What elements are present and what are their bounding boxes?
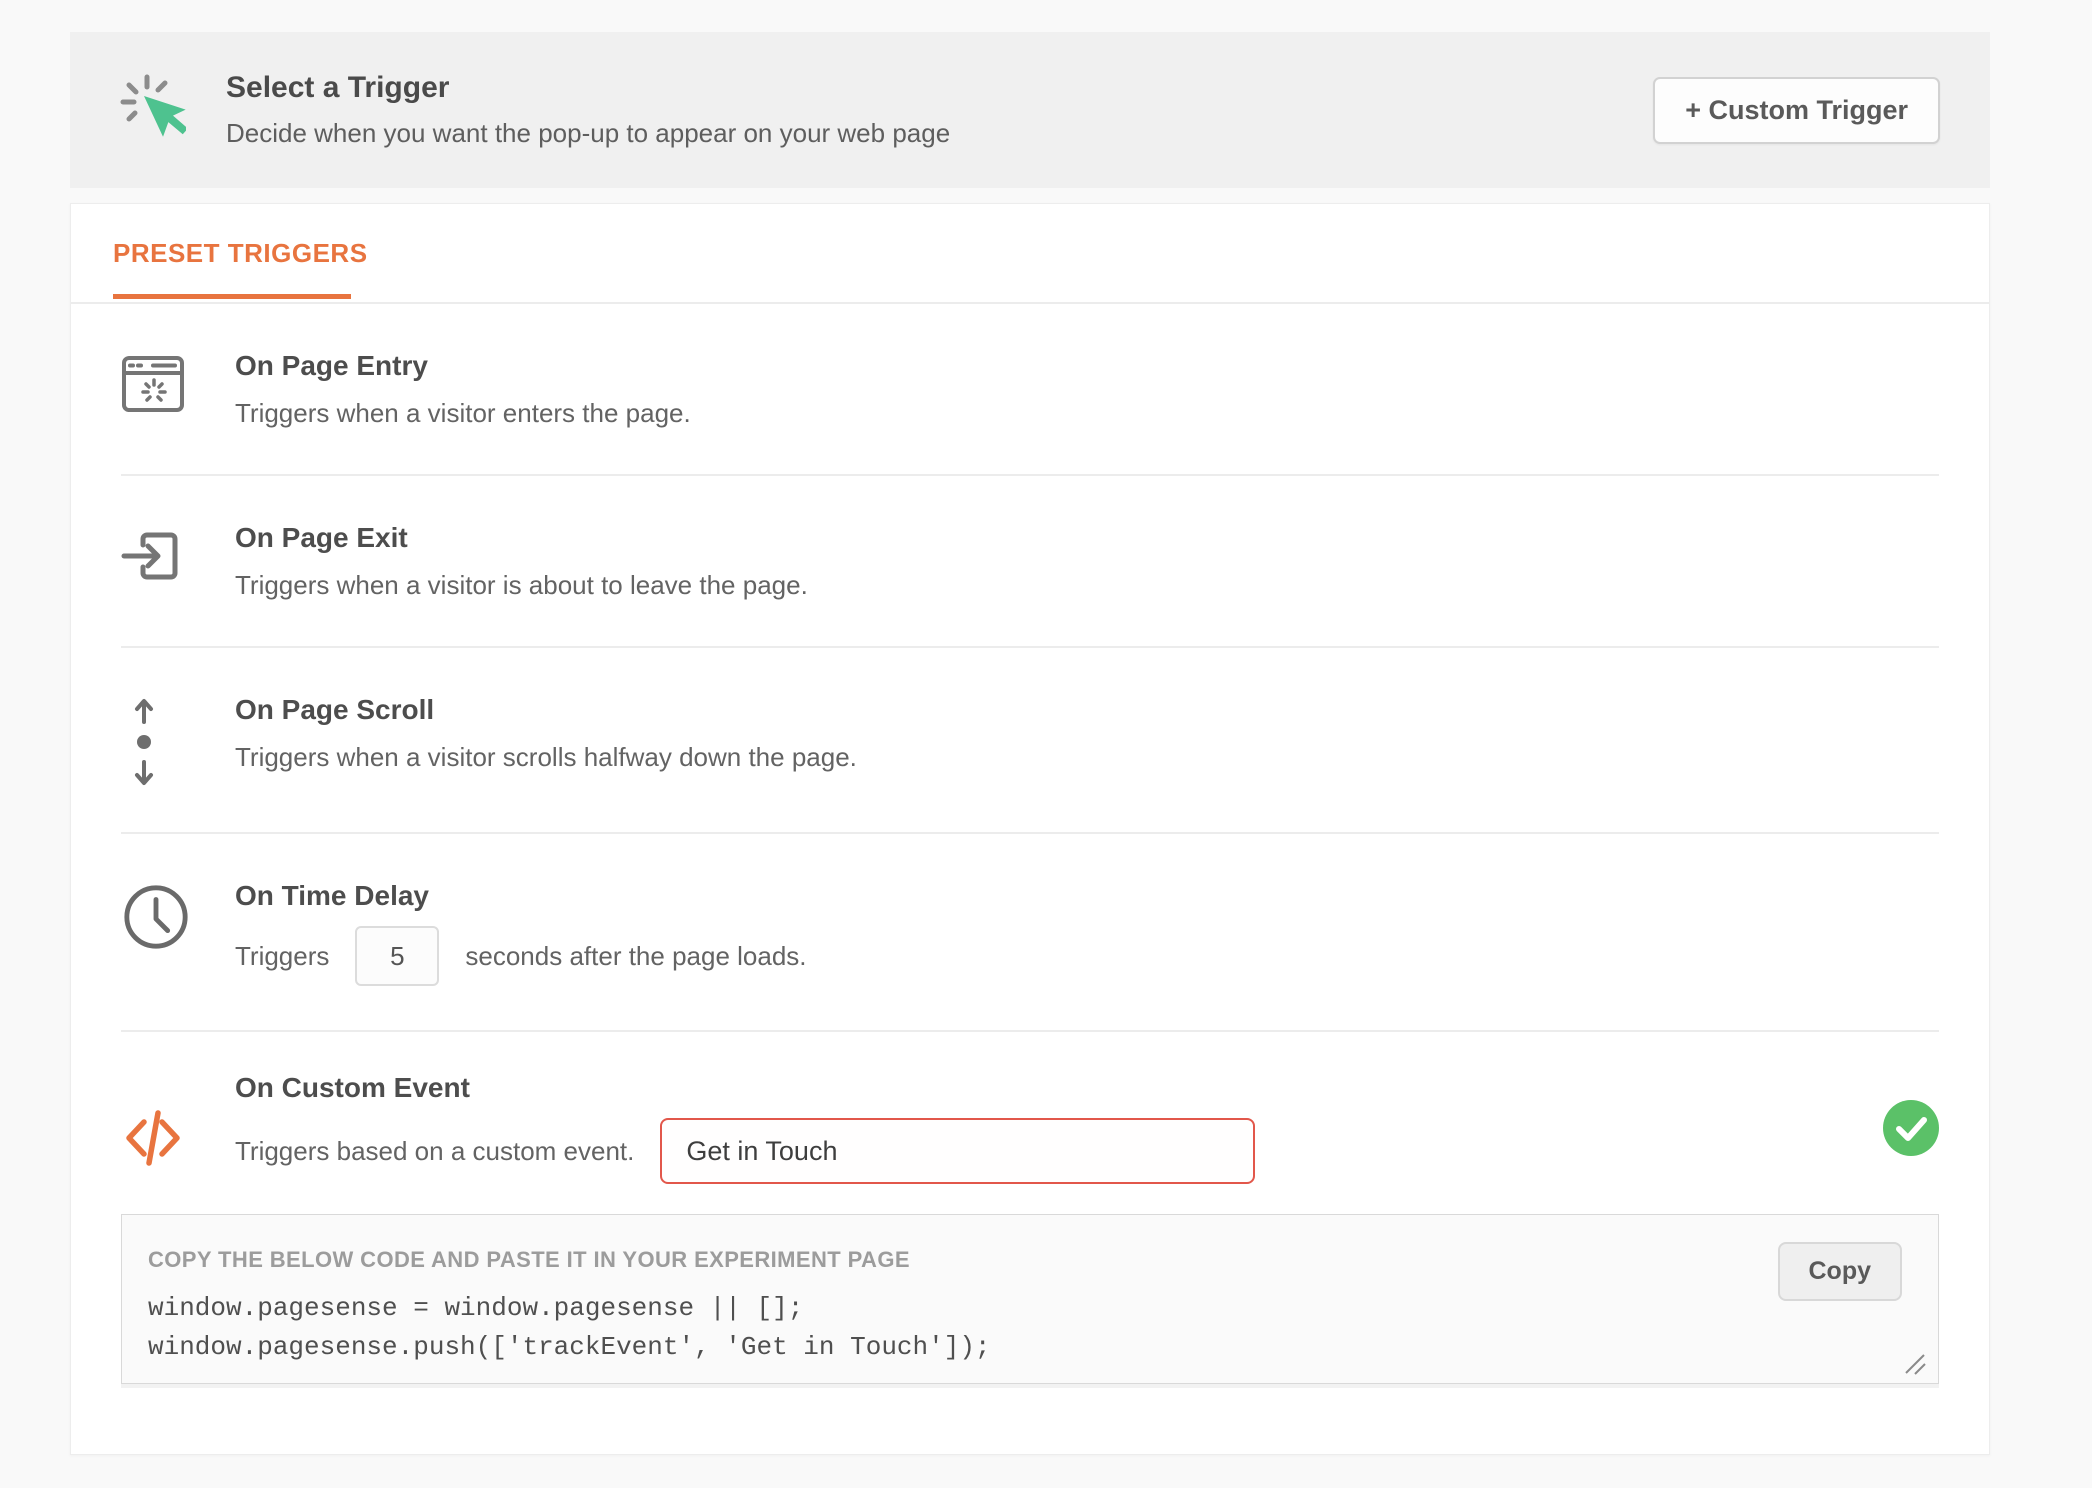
header: Select a Trigger Decide when you want th…: [70, 32, 1990, 188]
custom-event-name-input[interactable]: [660, 1118, 1255, 1184]
copy-code-button[interactable]: Copy: [1778, 1242, 1903, 1301]
trigger-option-custom-event[interactable]: On Custom Event Triggers based on a cust…: [121, 1032, 1939, 1214]
trigger-description: Triggers when a visitor scrolls halfway …: [235, 740, 857, 774]
page-scroll-icon: [121, 696, 191, 788]
trigger-title: On Time Delay: [235, 880, 807, 912]
trigger-option-page-exit[interactable]: On Page Exit Triggers when a visitor is …: [121, 476, 1939, 648]
tab-preset-triggers[interactable]: PRESET TRIGGERS: [113, 238, 368, 299]
resize-handle-icon[interactable]: [1904, 1353, 1926, 1375]
code-snippet: window.pagesense = window.pagesense || […: [148, 1289, 1902, 1367]
tracking-code-panel: COPY THE BELOW CODE AND PASTE IT IN YOUR…: [121, 1214, 1939, 1384]
page-subtitle: Decide when you want the pop-up to appea…: [226, 118, 950, 149]
custom-event-icon: [121, 1106, 191, 1170]
trigger-title: On Page Scroll: [235, 694, 857, 726]
delay-seconds-input[interactable]: [355, 926, 439, 986]
trigger-title: On Page Entry: [235, 350, 691, 382]
page-title: Select a Trigger: [226, 71, 950, 105]
custom-event-description: Triggers based on a custom event.: [235, 1134, 634, 1168]
tab-bar: PRESET TRIGGERS: [71, 204, 1989, 304]
triggers-card: PRESET TRIGGERS: [70, 203, 1990, 1455]
trigger-option-time-delay[interactable]: On Time Delay Triggers seconds after the…: [121, 834, 1939, 1032]
tab-active-underline: [113, 294, 351, 299]
trigger-description: Triggers based on a custom event.: [235, 1118, 1255, 1184]
trigger-title: On Page Exit: [235, 522, 808, 554]
tab-preset-triggers-label: PRESET TRIGGERS: [113, 238, 368, 269]
delay-description-prefix: Triggers: [235, 939, 329, 973]
code-panel-label: COPY THE BELOW CODE AND PASTE IT IN YOUR…: [148, 1247, 1902, 1273]
selected-check-icon: [1883, 1100, 1939, 1156]
delay-description-suffix: seconds after the page loads.: [465, 939, 806, 973]
code-line-2: window.pagesense.push(['trackEvent', 'Ge…: [148, 1332, 991, 1362]
trigger-settings-page: Select a Trigger Decide when you want th…: [70, 0, 1990, 1455]
header-text: Select a Trigger Decide when you want th…: [226, 71, 950, 149]
custom-trigger-button[interactable]: + Custom Trigger: [1653, 77, 1940, 144]
cursor-click-icon: [118, 74, 186, 146]
trigger-description: Triggers seconds after the page loads.: [235, 926, 807, 986]
trigger-description: Triggers when a visitor enters the page.: [235, 396, 691, 430]
trigger-option-page-entry[interactable]: On Page Entry Triggers when a visitor en…: [121, 304, 1939, 476]
trigger-option-page-scroll[interactable]: On Page Scroll Triggers when a visitor s…: [121, 648, 1939, 834]
trigger-title: On Custom Event: [235, 1072, 1255, 1104]
code-line-1: window.pagesense = window.pagesense || […: [148, 1293, 803, 1323]
page-entry-icon: [121, 352, 191, 416]
time-delay-icon: [121, 882, 191, 952]
trigger-description: Triggers when a visitor is about to leav…: [235, 568, 808, 602]
page-exit-icon: [121, 524, 191, 588]
